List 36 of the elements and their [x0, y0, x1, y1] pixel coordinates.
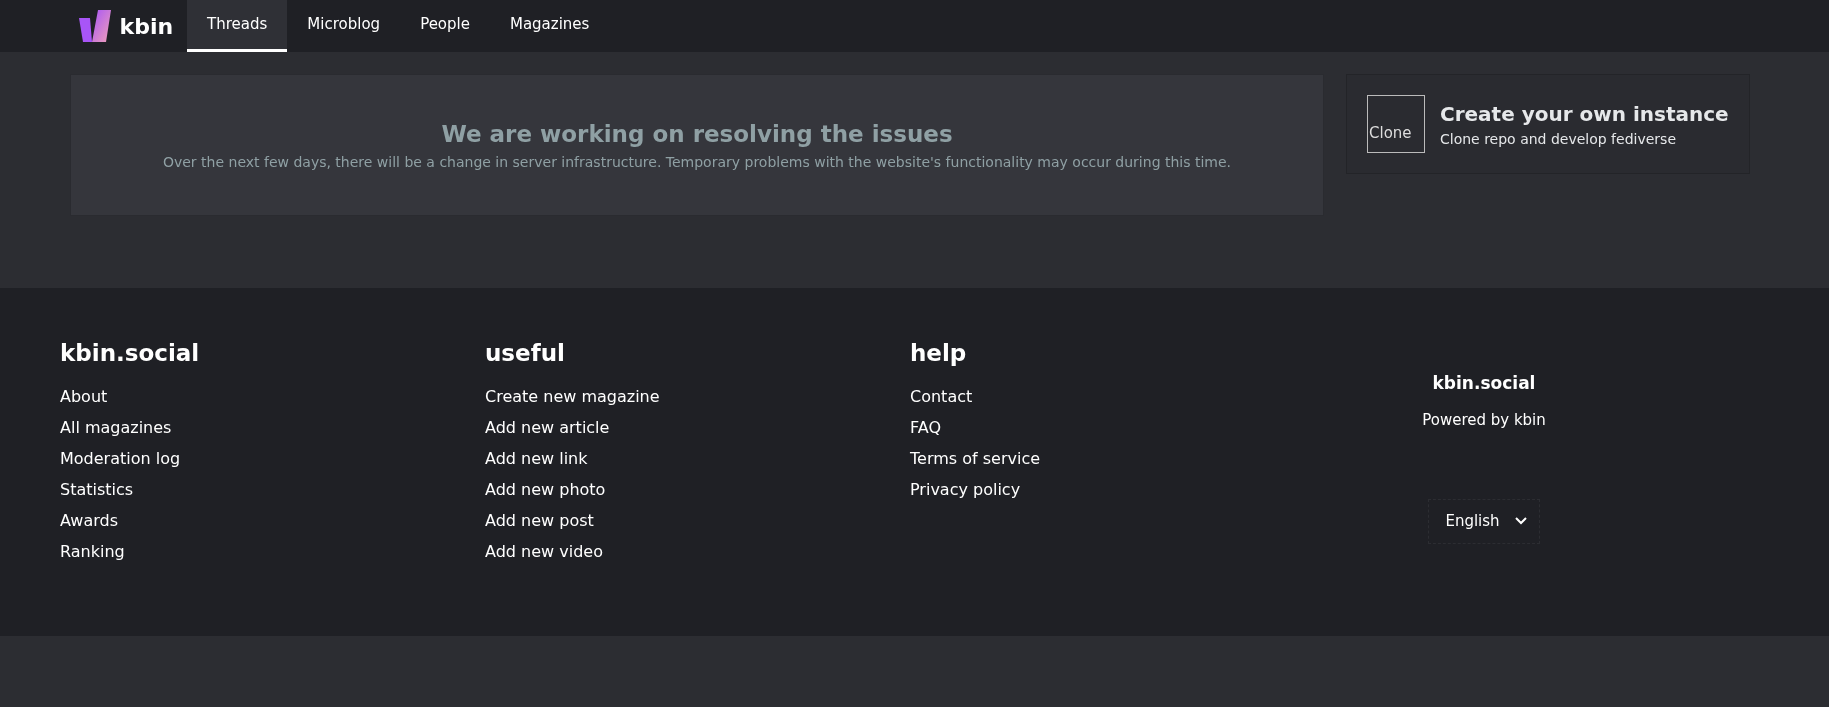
- footer-link[interactable]: Statistics: [60, 473, 134, 505]
- promo-card[interactable]: Clone Create your own instance Clone repo and develop fediverse: [1346, 74, 1750, 174]
- footer-link[interactable]: Moderation log: [60, 442, 181, 474]
- footer-link[interactable]: All magazines: [60, 411, 172, 443]
- footer-link[interactable]: Add new link: [485, 442, 588, 474]
- brand-name: kbin: [119, 12, 174, 41]
- nav-tab[interactable]: Threads: [187, 0, 288, 52]
- footer-link[interactable]: Awards: [60, 504, 118, 536]
- footer-link[interactable]: Create new magazine: [485, 380, 660, 412]
- footer-link[interactable]: Add new article: [485, 411, 610, 443]
- footer-heading: help: [910, 339, 968, 368]
- footer-link[interactable]: Ranking: [60, 535, 125, 567]
- promo-subtitle: Clone repo and develop fediverse: [1440, 129, 1677, 149]
- nav-tab[interactable]: People: [400, 0, 490, 52]
- footer-link[interactable]: Privacy policy: [910, 473, 1021, 505]
- alert-text: Over the next few days, there will be a change in server infrastructure. Temporary problems with the website's functionality may occur during this time.: [162, 152, 1232, 172]
- logo-icon: [78, 8, 112, 44]
- footer-heading: useful: [485, 339, 566, 368]
- footer-link[interactable]: About: [60, 380, 108, 412]
- chevron-down-icon: [1514, 517, 1527, 526]
- footer-link[interactable]: Add new post: [485, 504, 594, 536]
- site-name: kbin.social: [1432, 372, 1536, 395]
- footer-link[interactable]: Terms of service: [910, 442, 1041, 474]
- footer-heading: kbin.social: [60, 339, 201, 368]
- footer-link[interactable]: FAQ: [910, 411, 941, 443]
- promo-title: Create your own instance: [1440, 100, 1729, 128]
- nav-tab[interactable]: Microblog: [287, 0, 401, 52]
- broken-image: Clone: [1367, 95, 1425, 153]
- logo-link[interactable]: kbin: [78, 8, 188, 44]
- footer-link[interactable]: Add new video: [485, 535, 603, 567]
- alert-title: We are working on resolving the issues: [441, 120, 953, 150]
- language-select[interactable]: English: [1428, 499, 1540, 544]
- footer-link[interactable]: Add new photo: [485, 473, 606, 505]
- powered-by-text: Powered by kbin: [1422, 409, 1546, 431]
- footer-link[interactable]: Contact: [910, 380, 973, 412]
- nav-tab[interactable]: Magazines: [489, 0, 610, 52]
